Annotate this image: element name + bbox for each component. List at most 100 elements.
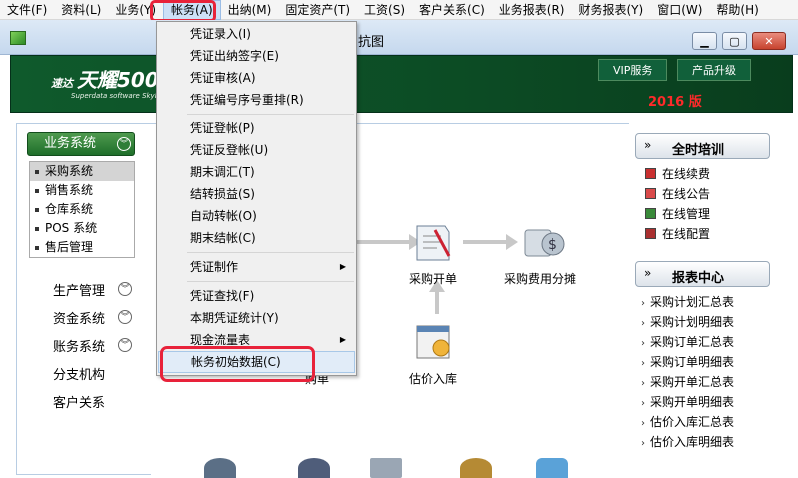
bottom-globe-icon[interactable] <box>204 458 236 478</box>
training-header[interactable]: » 全时培训 <box>635 133 770 159</box>
report-link[interactable]: › 采购订单明细表 <box>641 353 734 370</box>
report-link[interactable]: › 采购订单汇总表 <box>641 333 734 350</box>
menu-item-voucher-find[interactable]: 凭证查找(F) <box>158 285 355 307</box>
menu-window[interactable]: 窗口(W) <box>650 0 709 20</box>
app-banner: 速达 天耀500 Superdata software Skybright VIP… <box>10 55 793 113</box>
right-panel: » 全时培训 在线续费 在线公告 在线管理 在线配置 » 报表中心 › 采购计划汇… <box>629 123 798 475</box>
purchase-fee-icon[interactable]: $ <box>521 222 567 264</box>
menu-item-period-close[interactable]: 期末结帐(C) <box>158 227 355 249</box>
annotation-highlight-menu <box>150 0 216 22</box>
estimated-stock-in-icon[interactable] <box>413 322 455 364</box>
window-title: 抗图 <box>358 35 385 50</box>
menu-item-voucher-cashier-sign[interactable]: 凭证出纳签字(E) <box>158 45 355 67</box>
menu-item-auto-transfer[interactable]: 自动转帐(O) <box>158 205 355 227</box>
left-nav-panel: 业务系统 ︾ 采购系统 销售系统 仓库系统 POS 系统 售后管理 生产管理 ︾… <box>16 123 151 475</box>
menu-separator <box>187 252 354 253</box>
node-estimated-stock-in[interactable]: 估价入库 <box>409 370 457 387</box>
nav-item-sales[interactable]: 销售系统 <box>30 181 134 200</box>
node-purchase-bill[interactable]: 采购开单 <box>409 270 457 287</box>
bottom-user-icon[interactable] <box>298 458 330 478</box>
bottom-search-icon[interactable] <box>536 458 568 478</box>
double-chevron-right-icon: » <box>644 266 652 280</box>
report-link[interactable]: › 采购开单明细表 <box>641 393 734 410</box>
report-link[interactable]: › 估价入库明细表 <box>641 433 734 450</box>
menu-item-voucher-unpost[interactable]: 凭证反登帐(U) <box>158 139 355 161</box>
menu-item-voucher-stats[interactable]: 本期凭证统计(Y) <box>158 307 355 329</box>
menu-file[interactable]: 文件(F) <box>0 0 54 20</box>
report-link[interactable]: › 估价入库汇总表 <box>641 413 734 430</box>
nav-item-pos[interactable]: POS 系统 <box>30 219 134 238</box>
chevron-right-icon: › <box>641 418 645 429</box>
menu-item-voucher-entry[interactable]: 凭证录入(I) <box>158 23 355 45</box>
menu-data[interactable]: 资料(L) <box>54 0 108 20</box>
nav-group-production[interactable]: 生产管理 ︾ <box>53 280 132 299</box>
bullet-icon <box>35 169 39 174</box>
menu-financial-reports[interactable]: 财务报表(Y) <box>571 0 650 20</box>
online-notice-link[interactable]: 在线公告 <box>645 185 710 202</box>
config-icon <box>645 228 656 239</box>
chevron-down-icon: ︾ <box>117 137 131 151</box>
logo-small-text: 速达 <box>51 77 73 90</box>
bottom-coins-icon[interactable] <box>460 458 492 478</box>
menu-customer-relations[interactable]: 客户关系(C) <box>412 0 492 20</box>
menu-cashier[interactable]: 出纳(M) <box>221 0 279 20</box>
nav-group-customer-relations[interactable]: 客户关系 <box>53 392 105 411</box>
nav-item-warehouse[interactable]: 仓库系统 <box>30 200 134 219</box>
menu-business-reports[interactable]: 业务报表(R) <box>492 0 572 20</box>
bottom-mail-icon[interactable] <box>370 458 402 478</box>
chevron-down-icon: ︾ <box>118 282 132 296</box>
online-manage-link[interactable]: 在线管理 <box>645 205 710 222</box>
menu-item-voucher-post[interactable]: 凭证登帐(P) <box>158 117 355 139</box>
menu-item-period-exchange[interactable]: 期末调汇(T) <box>158 161 355 183</box>
menu-item-voucher-renumber[interactable]: 凭证编号序号重排(R) <box>158 89 355 111</box>
nav-item-after-sales[interactable]: 售后管理 <box>30 238 134 257</box>
menu-separator <box>187 281 354 282</box>
node-purchase-fee-allocation[interactable]: 采购费用分摊 <box>504 270 576 287</box>
close-icon: ✕ <box>764 34 774 48</box>
purchase-bill-icon[interactable] <box>413 222 455 264</box>
online-config-link[interactable]: 在线配置 <box>645 225 710 242</box>
nav-group-accounts[interactable]: 账务系统 ︾ <box>53 336 132 355</box>
minimize-button[interactable]: ▁ <box>692 32 717 50</box>
menu-bar: 文件(F) 资料(L) 业务(Y) 帐务(A) 出纳(M) 固定资产(T) 工资… <box>0 0 798 20</box>
nav-item-purchase[interactable]: 采购系统 <box>30 162 134 181</box>
submenu-arrow-icon: ▶ <box>339 335 346 344</box>
logo: 速达 天耀500 <box>51 64 159 93</box>
chevron-right-icon: › <box>641 298 645 309</box>
chevron-right-icon: › <box>641 358 645 369</box>
menu-item-voucher-make[interactable]: 凭证制作 ▶ <box>158 256 355 278</box>
minimize-icon: ▁ <box>700 34 709 48</box>
chevron-right-icon: › <box>641 398 645 409</box>
double-chevron-right-icon: » <box>644 138 652 152</box>
close-button[interactable]: ✕ <box>752 32 786 50</box>
maximize-button[interactable]: ▢ <box>722 32 747 50</box>
menu-item-carry-forward[interactable]: 结转损益(S) <box>158 183 355 205</box>
business-subitems: 采购系统 销售系统 仓库系统 POS 系统 售后管理 <box>29 161 135 258</box>
report-link[interactable]: › 采购计划汇总表 <box>641 293 734 310</box>
report-center-header[interactable]: » 报表中心 <box>635 261 770 287</box>
app-icon <box>10 31 26 45</box>
product-upgrade-button[interactable]: 产品升级 <box>677 59 751 81</box>
business-system-label: 业务系统 <box>44 136 97 151</box>
menu-payroll[interactable]: 工资(S) <box>357 0 412 20</box>
version-year: 2016 版 <box>648 95 702 110</box>
online-renewal-link[interactable]: 在线续费 <box>645 165 710 182</box>
maximize-icon: ▢ <box>729 34 740 48</box>
accounting-dropdown-menu: 凭证录入(I) 凭证出纳签字(E) 凭证审核(A) 凭证编号序号重排(R) 凭证… <box>156 21 357 376</box>
menu-separator <box>187 114 354 115</box>
business-system-header[interactable]: 业务系统 ︾ <box>27 132 135 156</box>
menu-item-voucher-audit[interactable]: 凭证审核(A) <box>158 67 355 89</box>
bullet-icon <box>35 207 39 212</box>
chevron-right-icon: › <box>641 378 645 389</box>
chevron-down-icon: ︾ <box>118 310 132 324</box>
chevron-right-icon: › <box>641 438 645 449</box>
nav-group-funds[interactable]: 资金系统 ︾ <box>53 308 132 327</box>
report-link[interactable]: › 采购开单汇总表 <box>641 373 734 390</box>
window-titlebar: 抗图 ▁ ▢ ✕ <box>0 20 798 55</box>
menu-help[interactable]: 帮助(H) <box>709 0 765 20</box>
vip-service-button[interactable]: VIP服务 <box>598 59 668 81</box>
report-link[interactable]: › 采购计划明细表 <box>641 313 734 330</box>
nav-group-branches[interactable]: 分支机构 <box>53 364 105 383</box>
menu-fixed-assets[interactable]: 固定资产(T) <box>278 0 357 20</box>
annotation-highlight-initial-data <box>160 346 315 382</box>
